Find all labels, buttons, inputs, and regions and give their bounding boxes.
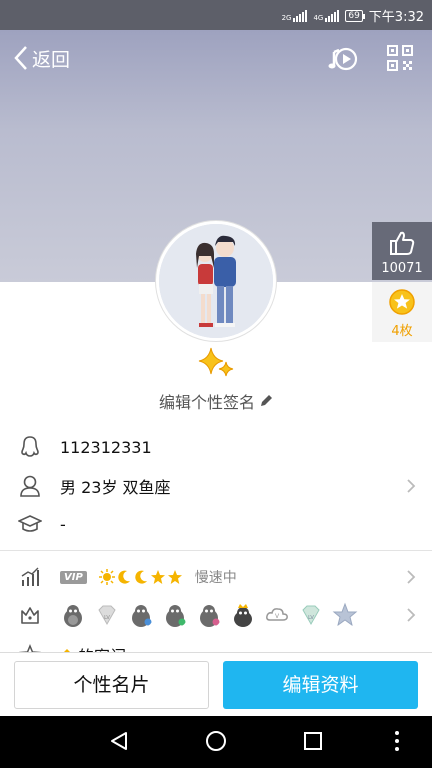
svg-text:LV: LV: [104, 615, 110, 621]
svg-text:V: V: [275, 613, 280, 620]
battery-icon: 69: [345, 9, 366, 22]
network-label-2: 4G: [313, 13, 324, 22]
signature-placeholder: 编辑个性签名: [158, 393, 255, 412]
growth-chart-icon: [18, 565, 42, 589]
penguin-badge-icon: [200, 605, 220, 627]
back-nav-icon[interactable]: [108, 730, 130, 756]
svg-text:LV: LV: [308, 615, 314, 621]
like-button[interactable]: 10071: [372, 222, 432, 280]
graduation-cap-icon: [18, 512, 42, 536]
star-button[interactable]: 4枚: [372, 282, 432, 342]
person-icon: [18, 474, 42, 498]
clock: 下午3:32: [368, 10, 424, 25]
vip-row[interactable]: VIP 慢速中: [0, 558, 432, 596]
star-icon: [167, 570, 182, 584]
penguin-badge-icon: [132, 605, 152, 627]
network-label: 2G: [281, 13, 292, 22]
chevron-right-icon: [407, 570, 416, 584]
penguin-badge-icon: [64, 605, 82, 627]
education-value: -: [60, 514, 66, 534]
vip-badge: VIP: [60, 570, 87, 584]
music-note-icon[interactable]: [328, 44, 358, 78]
recents-nav-icon[interactable]: [302, 730, 324, 756]
diamond-badge-icon: LV: [302, 605, 320, 626]
sun-icon: [98, 569, 115, 585]
moon-icon: [118, 570, 130, 584]
diamond-badge-icon: LV: [98, 605, 116, 626]
avatar[interactable]: [156, 221, 276, 341]
star-medal-icon: [389, 289, 415, 315]
avatar-illustration-icon: [159, 224, 273, 338]
badge-list: LV V LV: [60, 602, 358, 628]
more-nav-icon[interactable]: [392, 730, 402, 756]
qq-number-row: 112312331: [0, 428, 432, 466]
edit-profile-button[interactable]: 编辑资料: [223, 661, 418, 709]
crown-penguin-badge-icon: [234, 604, 252, 627]
back-arrow-icon: [14, 46, 27, 70]
like-count: 10071: [381, 261, 423, 276]
speed-status: 慢速中: [194, 570, 237, 586]
home-nav-icon[interactable]: [205, 730, 227, 756]
edit-signature-button[interactable]: 编辑个性签名: [0, 389, 432, 413]
cloud-vip-badge-icon: V: [266, 608, 288, 621]
education-row: -: [0, 505, 432, 543]
system-nav-bar: [0, 716, 432, 768]
moon-icon: [135, 570, 147, 584]
thumbs-up-icon: [390, 231, 415, 255]
back-button[interactable]: 返回: [12, 44, 70, 72]
qr-code-icon[interactable]: [386, 44, 414, 76]
bottom-action-bar: 个性名片 编辑资料: [0, 652, 432, 716]
battery-level: 69: [348, 10, 360, 21]
chevron-right-icon: [407, 608, 416, 622]
sparkle-icon: [197, 346, 237, 386]
section-divider: [0, 550, 432, 551]
basic-info-row[interactable]: 男 23岁 双鱼座: [0, 467, 432, 505]
star-badge-icon: [332, 602, 358, 627]
star-count: 4枚: [391, 324, 413, 339]
crown-box-icon: [18, 603, 42, 627]
level-icons: [98, 569, 183, 585]
qq-number: 112312331: [60, 437, 152, 457]
signal-icon: 2G: [281, 9, 308, 22]
back-label: 返回: [32, 48, 71, 71]
signal-icon-2: 4G: [313, 9, 340, 22]
chevron-right-icon: [407, 479, 416, 493]
penguin-badge-icon: [166, 605, 186, 627]
status-bar: 2G 4G 69 下午3:32: [0, 0, 432, 30]
star-icon: [150, 570, 165, 584]
pencil-icon: [261, 395, 272, 406]
penguin-icon: [18, 435, 42, 459]
basic-info: 男 23岁 双鱼座: [60, 478, 171, 497]
personal-card-button[interactable]: 个性名片: [14, 661, 209, 709]
badges-row[interactable]: LV V LV: [0, 596, 432, 634]
vip-info: VIP 慢速中: [60, 567, 237, 587]
